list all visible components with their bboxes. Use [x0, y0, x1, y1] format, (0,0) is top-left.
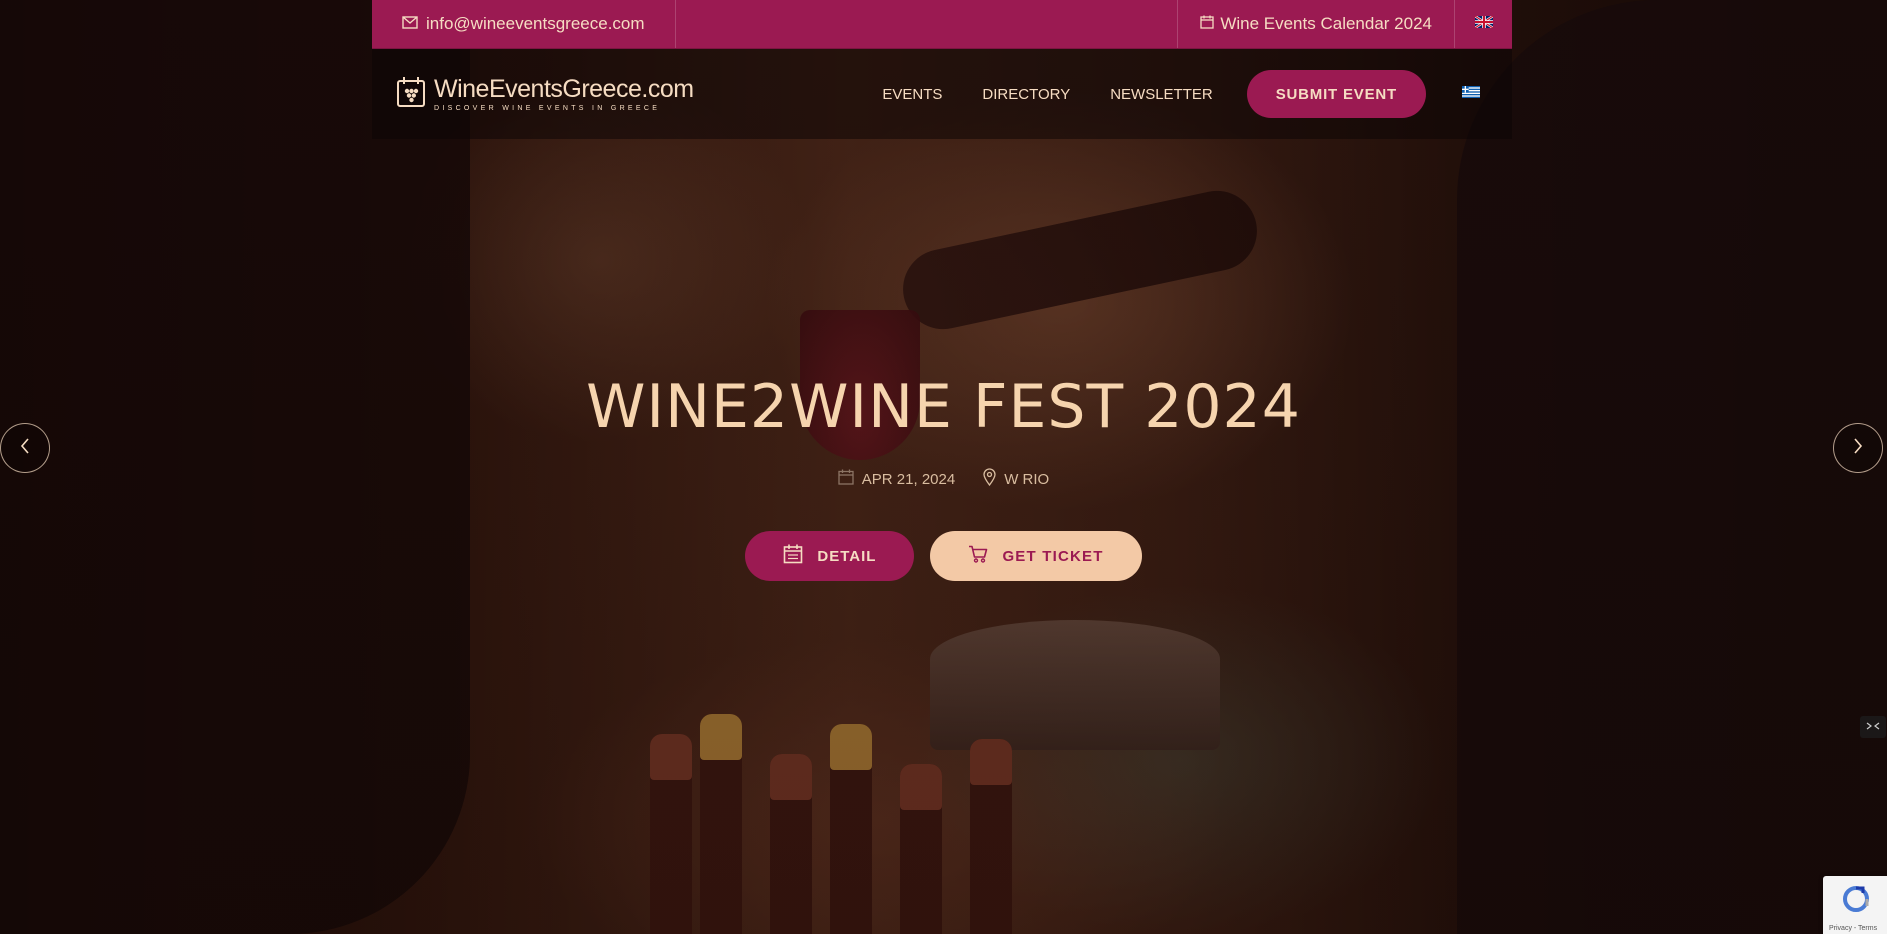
carousel-next-button[interactable] — [1833, 423, 1883, 473]
calendar-icon — [1200, 14, 1214, 34]
hero-actions: DETAIL GET TICKET — [0, 531, 1887, 581]
chevron-right-icon — [1852, 437, 1864, 460]
background-bottle — [900, 764, 942, 934]
language-switch-greek[interactable] — [1462, 85, 1480, 103]
logo-text: WineEventsGreece.com DISCOVER WINE EVENT… — [434, 74, 694, 112]
detail-button-label: DETAIL — [817, 547, 877, 565]
background-bottle — [700, 714, 742, 934]
top-bar-spacer — [676, 0, 1178, 48]
nav-link-directory[interactable]: DIRECTORY — [982, 86, 1070, 103]
carousel-prev-button[interactable] — [0, 423, 50, 473]
background-ice-bucket — [930, 620, 1220, 750]
cart-icon — [968, 545, 988, 567]
event-location-text: W RIO — [1004, 470, 1050, 488]
location-pin-icon — [983, 468, 996, 490]
calendar-link[interactable]: Wine Events Calendar 2024 — [1177, 0, 1454, 48]
background-bottle — [770, 754, 812, 934]
chevron-left-icon — [19, 437, 31, 460]
recaptcha-icon — [1841, 884, 1871, 919]
top-bar: info@wineeventsgreece.com Wine Events Ca… — [372, 0, 1512, 49]
side-panel-toggle[interactable] — [1860, 716, 1886, 738]
background-person-right — [1457, 0, 1887, 934]
logo-title: WineEventsGreece.com — [434, 74, 694, 103]
calendar-icon — [783, 544, 803, 568]
background-person-left — [0, 0, 470, 934]
background-bottle — [970, 739, 1012, 934]
event-date-text: APR 21, 2024 — [861, 470, 956, 488]
hero-background — [0, 0, 1887, 934]
background-bottle — [830, 724, 872, 934]
event-location: W RIO — [983, 468, 1049, 490]
site-logo[interactable]: WineEventsGreece.com DISCOVER WINE EVENT… — [396, 76, 694, 113]
background-bottle — [650, 734, 692, 934]
envelope-icon — [402, 14, 418, 34]
greek-flag-icon — [1462, 85, 1480, 103]
nav-link-events[interactable]: EVENTS — [882, 86, 942, 103]
calendar-link-label: Wine Events Calendar 2024 — [1220, 14, 1432, 33]
get-ticket-button[interactable]: GET TICKET — [930, 531, 1142, 581]
language-switch-english[interactable] — [1454, 0, 1512, 48]
event-meta: APR 21, 2024 W RIO — [0, 468, 1887, 490]
nav-links: EVENTS DIRECTORY NEWSLETTER — [882, 86, 1212, 103]
logo-tagline: DISCOVER WINE EVENTS IN GREECE — [434, 104, 661, 112]
contact-email-link[interactable]: info@wineeventsgreece.com — [372, 0, 676, 48]
main-navbar: WineEventsGreece.com DISCOVER WINE EVENT… — [372, 49, 1512, 139]
background-bottles — [640, 700, 1200, 934]
calendar-icon — [838, 469, 854, 489]
recaptcha-links[interactable]: Privacy - Terms — [1829, 925, 1877, 932]
recaptcha-badge[interactable]: Privacy - Terms — [1823, 876, 1887, 934]
event-title: WINE2WINE FEST 2024 — [586, 372, 1301, 442]
submit-event-button[interactable]: SUBMIT EVENT — [1246, 70, 1426, 118]
get-ticket-button-label: GET TICKET — [1002, 547, 1104, 565]
background-wine-bottle — [895, 183, 1265, 337]
contact-email: info@wineeventsgreece.com — [426, 14, 645, 33]
event-date: APR 21, 2024 — [838, 468, 955, 490]
collapse-arrows-icon — [1866, 718, 1880, 736]
calendar-grapes-logo-icon — [396, 76, 426, 113]
detail-button[interactable]: DETAIL — [745, 531, 915, 581]
uk-flag-icon — [1473, 15, 1494, 33]
nav-link-newsletter[interactable]: NEWSLETTER — [1110, 86, 1213, 103]
